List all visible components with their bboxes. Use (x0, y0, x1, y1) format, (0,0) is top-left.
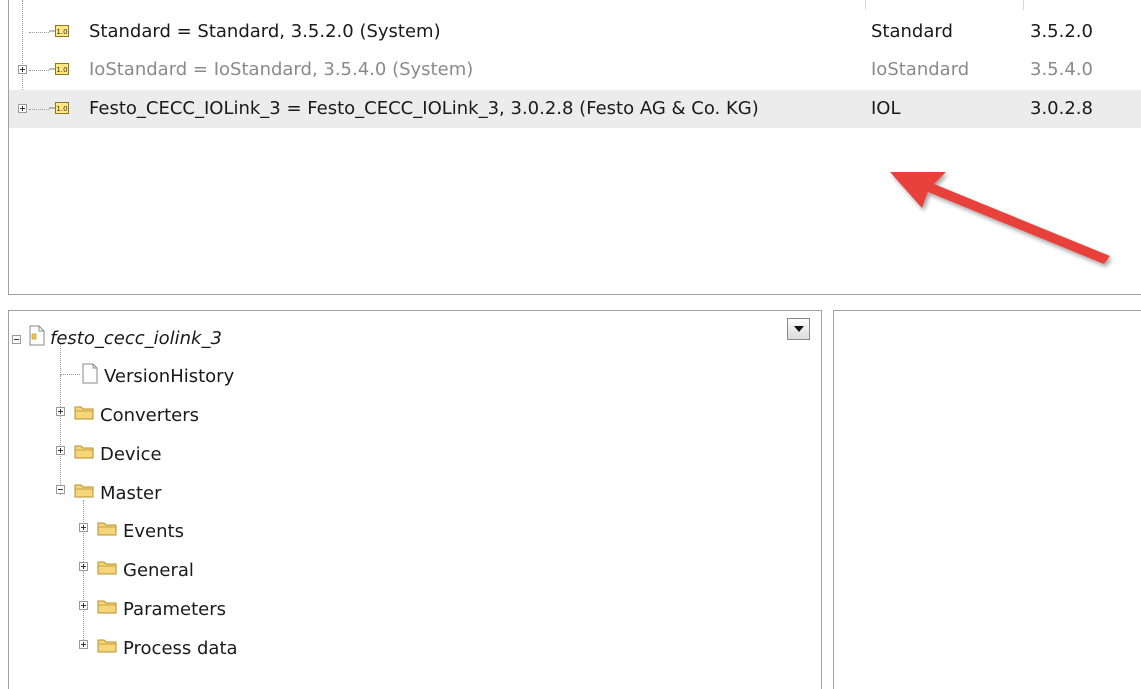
tree-connector-line (83, 500, 84, 646)
tree-node-label: Device (100, 444, 162, 465)
expand-icon[interactable] (79, 640, 88, 649)
library-version: 3.5.2.0 (1030, 21, 1093, 42)
library-namespace: Standard (871, 21, 953, 42)
library-version-icon: 1.0 (49, 25, 69, 37)
tree-connector-line (60, 374, 80, 375)
tree-node-label: Converters (100, 405, 200, 426)
chevron-down-icon (794, 326, 804, 332)
collapse-icon[interactable] (56, 485, 65, 494)
expand-icon[interactable] (79, 562, 88, 571)
column-divider[interactable] (865, 0, 866, 10)
library-namespace: IoStandard (871, 59, 970, 80)
folder-icon (97, 561, 117, 575)
library-row[interactable]: 1.0 IoStandard = IoStandard, 3.5.4.0 (Sy… (9, 51, 1141, 89)
tree-connector-line (29, 109, 49, 110)
library-name: Standard = Standard, 3.5.2.0 (System) (89, 21, 441, 42)
tree-node-label: Events (123, 521, 184, 542)
library-namespace: IOL (871, 98, 901, 119)
library-version: 3.0.2.8 (1030, 98, 1093, 119)
column-divider[interactable] (1023, 0, 1024, 10)
expand-icon[interactable] (56, 446, 65, 455)
tree-node-label: VersionHistory (104, 366, 235, 387)
svg-text:1.0: 1.0 (56, 105, 67, 113)
tree-node-label: Master (100, 483, 162, 504)
folder-icon (97, 522, 117, 536)
folder-open-icon (74, 484, 94, 498)
library-version: 3.5.4.0 (1030, 59, 1093, 80)
library-version-icon: 1.0 (49, 63, 69, 75)
tree-connector-line (29, 32, 49, 33)
annotation-arrow-icon (890, 172, 1110, 264)
tree-node-label: Parameters (123, 599, 227, 620)
expand-icon[interactable] (56, 407, 65, 416)
expand-icon[interactable] (18, 104, 27, 113)
svg-text:1.0: 1.0 (56, 66, 67, 74)
tree-node-label: festo_cecc_iolink_3 (50, 328, 222, 349)
library-name: Festo_CECC_IOLink_3 = Festo_CECC_IOLink_… (89, 98, 759, 119)
library-name: IoStandard = IoStandard, 3.5.4.0 (System… (89, 59, 474, 80)
tree-connector-line (29, 70, 49, 71)
expand-icon[interactable] (79, 523, 88, 532)
tree-dropdown-button[interactable] (787, 318, 810, 340)
folder-icon (97, 639, 117, 653)
expand-icon[interactable] (18, 65, 27, 74)
library-row[interactable]: 1.0 Standard = Standard, 3.5.2.0 (System… (9, 13, 1141, 51)
tree-node-label: Process data (123, 638, 238, 659)
collapse-icon[interactable] (12, 335, 21, 344)
document-icon (82, 363, 98, 384)
folder-icon (74, 445, 94, 459)
tree-connector-line (60, 375, 61, 495)
expand-icon[interactable] (79, 601, 88, 610)
folder-icon (74, 406, 94, 420)
library-version-icon: 1.0 (49, 102, 69, 114)
library-row-selected[interactable]: 1.0 Festo_CECC_IOLink_3 = Festo_CECC_IOL… (9, 90, 1141, 128)
library-file-icon (29, 325, 45, 346)
folder-icon (97, 600, 117, 614)
tree-node-label: General (123, 560, 194, 581)
svg-text:1.0: 1.0 (56, 28, 67, 36)
detail-pane (833, 310, 1141, 689)
